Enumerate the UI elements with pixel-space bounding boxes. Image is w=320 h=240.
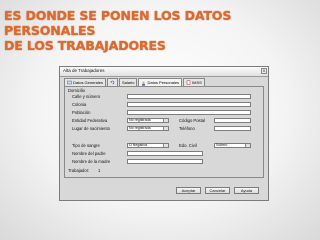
telefono-input[interactable]: [214, 126, 251, 131]
headline-line-2: DE LOS TRABAJADORES: [4, 38, 166, 53]
tab-imss[interactable]: IMSS: [183, 78, 205, 86]
colonia-input[interactable]: [127, 102, 251, 107]
alta-trabajadores-window: Alta de Trabajadores X Datos Generales S…: [59, 66, 269, 201]
calle-input[interactable]: [127, 94, 251, 99]
entidad-label: Entidad Federativa: [72, 118, 108, 123]
person-icon: [142, 81, 146, 86]
help-button[interactable]: Ayuda: [234, 187, 259, 194]
trabajador-label: Trabajador:: [68, 168, 90, 173]
tab-salario[interactable]: Salario: [119, 78, 138, 86]
domicilio-group-title: Domicilio: [68, 88, 85, 93]
poblacion-label: Población: [72, 110, 91, 115]
slide-headline: ES DONDE SE PONEN LOS DATOS PERSONALES D…: [4, 8, 319, 53]
tab-label: Datos Generales: [73, 79, 104, 85]
madre-label: Nombre de la madre: [72, 159, 111, 164]
tab-bar: Datos Generales Salario Datos Personales…: [64, 78, 206, 87]
tab-refresh[interactable]: [107, 78, 119, 86]
colonia-label: Colonia: [72, 102, 87, 107]
telefono-label: Teléfono: [179, 126, 195, 131]
edo-civil-select[interactable]: Soltero: [214, 143, 251, 148]
general-data-icon: [67, 80, 72, 85]
cancel-button[interactable]: Cancelar: [205, 187, 230, 194]
tab-label: IMSS: [192, 79, 202, 85]
refresh-icon: [110, 80, 115, 85]
headline-line-1: ES DONDE SE PONEN LOS DATOS PERSONALES: [4, 8, 232, 38]
padre-label: Nombre del padre: [72, 151, 106, 156]
accept-button[interactable]: Aceptar: [176, 187, 201, 194]
lugar-nacimiento-label: Lugar de nacimiento: [72, 126, 110, 131]
tab-datos-generales[interactable]: Datos Generales: [64, 78, 107, 86]
lugar-nacimiento-select[interactable]: No registrada: [127, 126, 169, 131]
window-title: Alta de Trabajadores: [63, 68, 105, 73]
close-button[interactable]: X: [261, 68, 267, 74]
datos-personales-panel: Domicilio Calle y número Colonia Poblaci…: [64, 86, 264, 178]
tipo-sangre-label: Tipo de sangre: [72, 143, 100, 148]
entidad-select[interactable]: No registrada: [127, 118, 169, 123]
document-icon: [186, 80, 191, 85]
tab-label: Salario: [122, 79, 135, 85]
padre-input[interactable]: [127, 151, 203, 156]
poblacion-input[interactable]: [127, 110, 251, 115]
trabajador-value: 1: [98, 168, 101, 173]
codigo-postal-input[interactable]: [214, 118, 251, 123]
tipo-sangre-select[interactable]: O Negativa: [127, 143, 169, 148]
codigo-postal-label: Código Postal: [179, 118, 206, 123]
window-titlebar: Alta de Trabajadores X: [60, 67, 268, 77]
calle-label: Calle y número: [72, 94, 101, 99]
edo-civil-label: Edo. Civil: [179, 143, 197, 148]
madre-input[interactable]: [127, 159, 203, 164]
